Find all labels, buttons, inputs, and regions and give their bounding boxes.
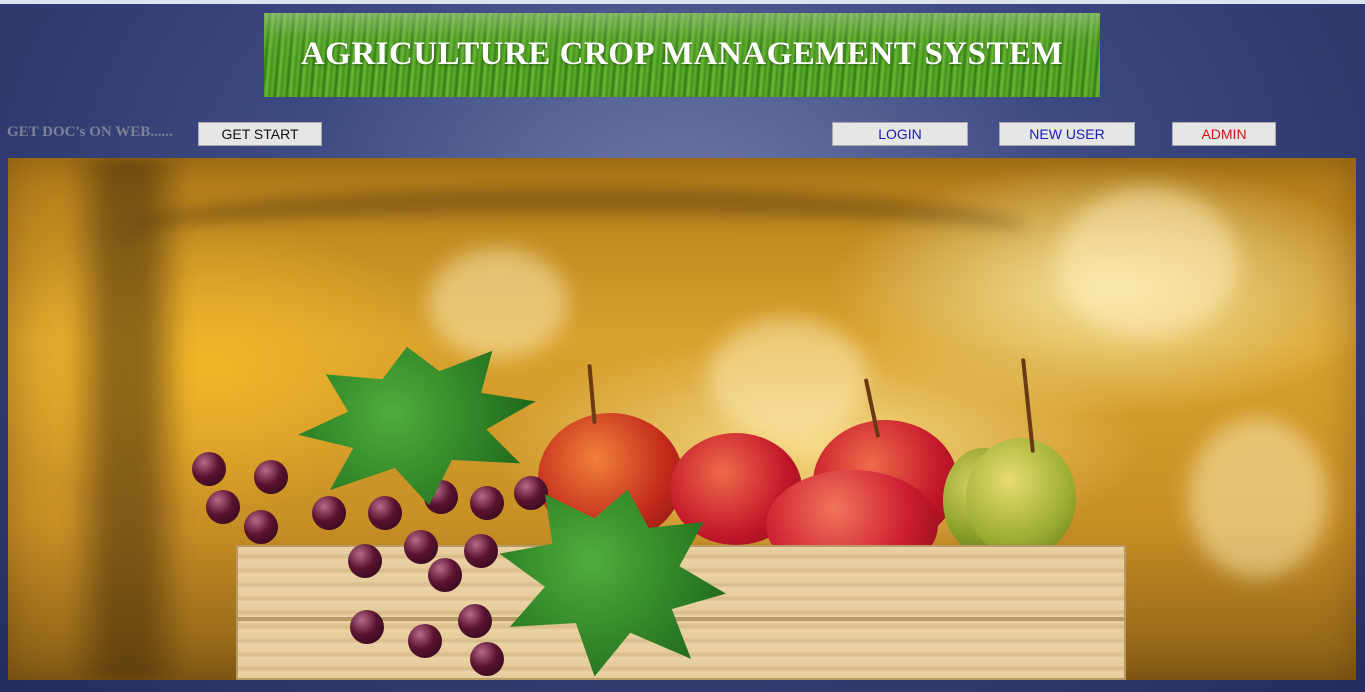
bokeh-light bbox=[708, 318, 868, 438]
admin-button[interactable]: ADMIN bbox=[1172, 122, 1276, 146]
get-start-button[interactable]: GET START bbox=[198, 122, 322, 146]
tree-branch bbox=[128, 188, 1028, 274]
bokeh-light bbox=[428, 248, 568, 358]
grape bbox=[428, 558, 462, 592]
header-banner: AGRICULTURE CROP MANAGEMENT SYSTEM bbox=[264, 13, 1100, 97]
docs-label: GET DOC's ON WEB...... bbox=[7, 124, 173, 140]
grape bbox=[470, 642, 504, 676]
grape bbox=[514, 476, 548, 510]
grape bbox=[206, 490, 240, 524]
grape bbox=[254, 460, 288, 494]
new-user-button[interactable]: NEW USER bbox=[999, 122, 1135, 146]
hero-image bbox=[8, 158, 1356, 680]
grape bbox=[244, 510, 278, 544]
grape bbox=[408, 624, 442, 658]
pear-green bbox=[966, 438, 1076, 558]
grape bbox=[404, 530, 438, 564]
grape-leaf bbox=[288, 330, 548, 522]
bokeh-light bbox=[1188, 418, 1328, 578]
bokeh-light bbox=[1058, 188, 1238, 338]
grape bbox=[458, 604, 492, 638]
grape bbox=[464, 534, 498, 568]
grape bbox=[368, 496, 402, 530]
grape bbox=[348, 544, 382, 578]
grape bbox=[350, 610, 384, 644]
grape bbox=[470, 486, 504, 520]
grape bbox=[312, 496, 346, 530]
grape bbox=[192, 452, 226, 486]
login-button[interactable]: LOGIN bbox=[832, 122, 968, 146]
page-title: AGRICULTURE CROP MANAGEMENT SYSTEM bbox=[300, 35, 1064, 72]
top-strip bbox=[0, 0, 1365, 4]
